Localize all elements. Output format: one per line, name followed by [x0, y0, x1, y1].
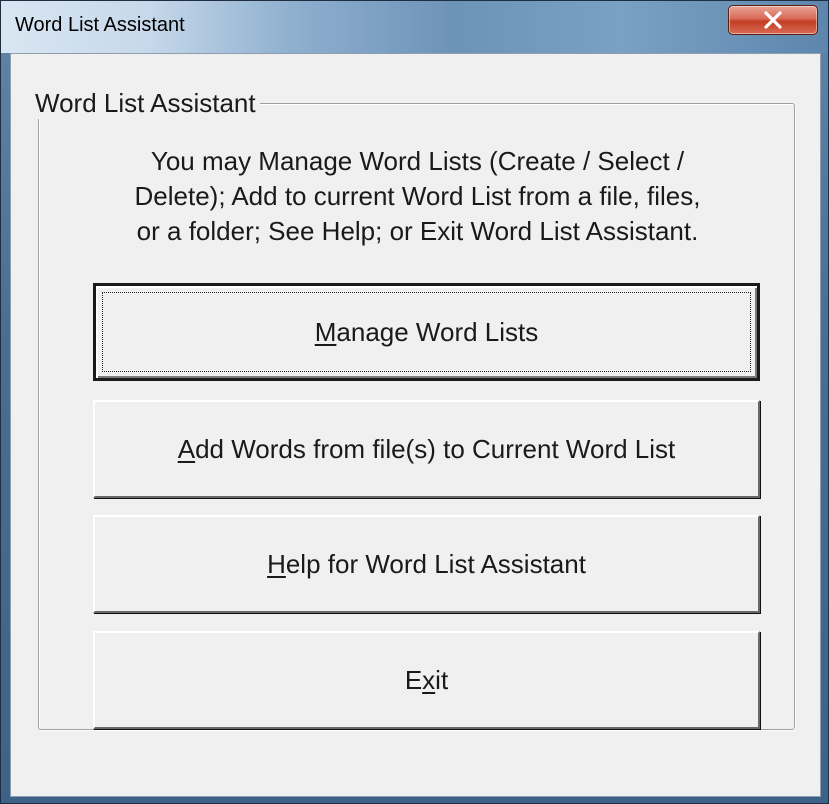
- manage-word-lists-label: Manage Word Lists: [315, 317, 539, 348]
- exit-label: Exit: [405, 665, 448, 696]
- mnemonic-a: A: [177, 433, 196, 464]
- help-button[interactable]: Help for Word List Assistant: [93, 515, 760, 613]
- dialog-client-area: Word List Assistant You may Manage Word …: [10, 53, 821, 797]
- groupbox-legend: Word List Assistant: [31, 87, 260, 119]
- mnemonic-x: x: [422, 664, 436, 695]
- close-button[interactable]: [728, 5, 818, 35]
- exit-label-rest: it: [435, 664, 449, 695]
- help-label: Help for Word List Assistant: [267, 549, 586, 580]
- exit-button[interactable]: Exit: [93, 631, 760, 729]
- add-words-label: Add Words from file(s) to Current Word L…: [178, 434, 676, 465]
- close-icon: [764, 11, 782, 29]
- description-text: You may Manage Word Lists (Create / Sele…: [134, 146, 701, 246]
- manage-label-rest: anage Word Lists: [336, 316, 539, 347]
- window-title: Word List Assistant: [15, 14, 185, 36]
- exit-label-pre: E: [404, 664, 423, 695]
- dialog-window: Word List Assistant Word List Assistant …: [0, 0, 829, 804]
- mnemonic-h: H: [267, 548, 286, 579]
- manage-word-lists-button[interactable]: Manage Word Lists: [93, 283, 760, 381]
- title-bar[interactable]: Word List Assistant: [1, 1, 828, 53]
- add-label-rest: dd Words from file(s) to Current Word Li…: [195, 433, 676, 464]
- add-words-button[interactable]: Add Words from file(s) to Current Word L…: [93, 400, 760, 498]
- help-label-rest: elp for Word List Assistant: [285, 548, 586, 579]
- mnemonic-m: M: [314, 316, 337, 347]
